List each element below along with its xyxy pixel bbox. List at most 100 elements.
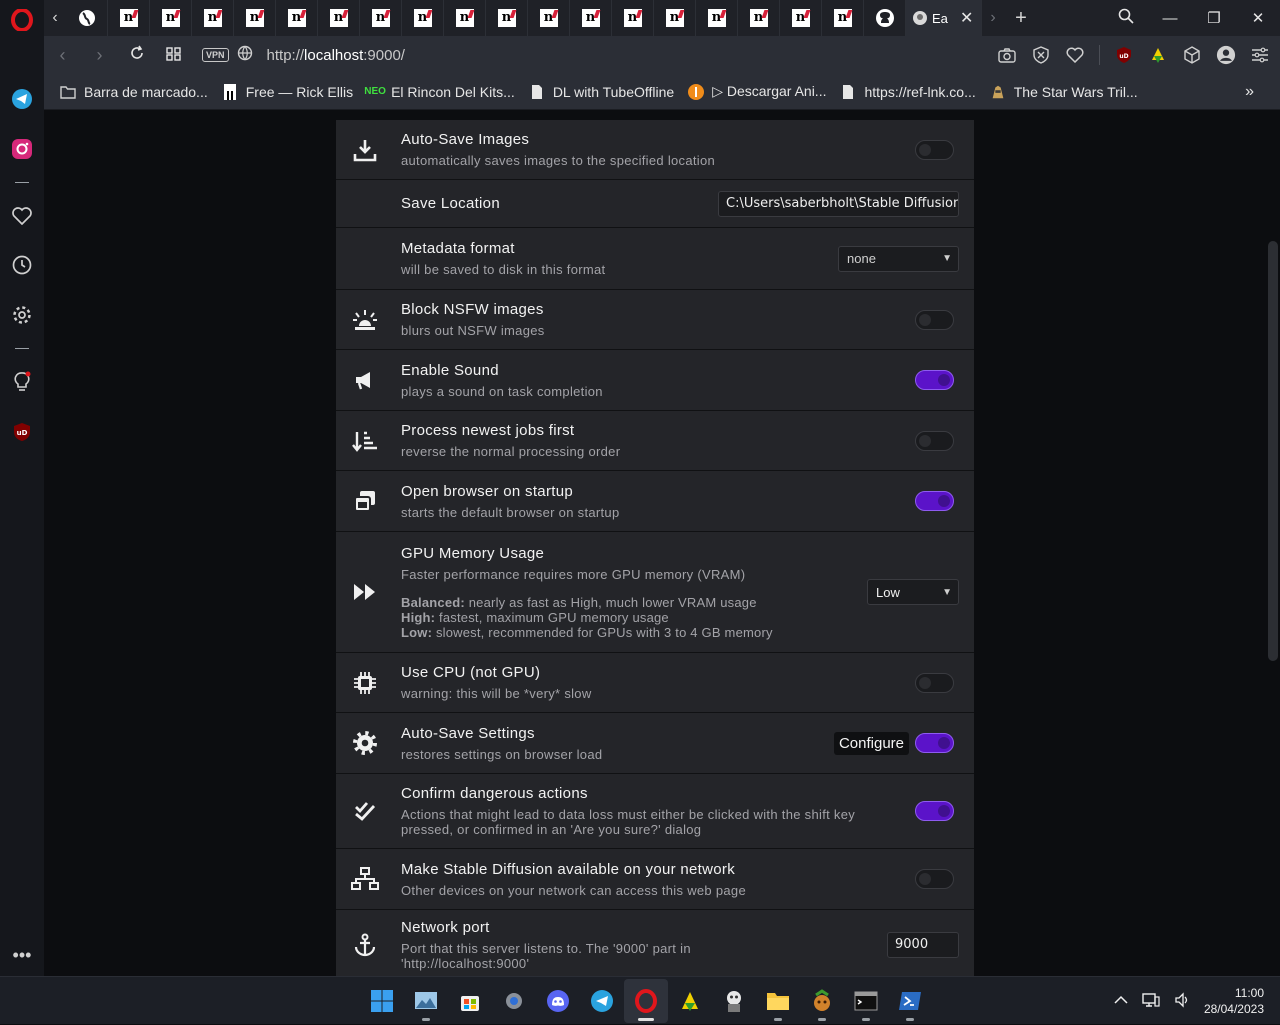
bookmark-item[interactable]: NEO El Rincon Del Kits... (364, 83, 515, 100)
volume-icon[interactable] (1174, 991, 1190, 1011)
tab-item[interactable]: n (528, 0, 570, 36)
profile-avatar-icon[interactable] (1216, 45, 1236, 65)
tab-scroll-left-icon[interactable]: ‹ (44, 0, 66, 36)
tab-scroll-right-icon[interactable]: › (982, 0, 1004, 36)
tab-item[interactable]: n (738, 0, 780, 36)
taskbar-app-telegram[interactable] (580, 979, 624, 1023)
chevron-up-icon[interactable] (1114, 994, 1128, 1008)
tab-item[interactable]: n (402, 0, 444, 36)
heart-icon[interactable] (10, 204, 34, 228)
bookmark-item[interactable]: ▷ Descargar Ani... (688, 83, 826, 100)
bookmark-item[interactable]: Barra de marcado... (60, 84, 208, 100)
gpu-memory-select[interactable]: Low ▼ (867, 579, 959, 605)
clock[interactable]: 11:00 28/04/2023 (1204, 985, 1264, 1017)
lightbulb-icon[interactable] (10, 370, 34, 394)
vpn-badge[interactable]: VPN (202, 48, 229, 62)
tab-globe[interactable] (66, 0, 108, 36)
taskbar-app-terminal[interactable] (844, 979, 888, 1023)
opera-logo-icon[interactable] (10, 8, 34, 32)
enable-sound-toggle[interactable] (915, 370, 954, 390)
heart-outline-icon[interactable] (1065, 45, 1085, 65)
address-bar[interactable]: http://localhost:9000/ (267, 47, 405, 64)
tab-item[interactable]: n (570, 0, 612, 36)
page-scrollbar[interactable] (1268, 241, 1278, 661)
tab-active[interactable]: Ea ✕ (906, 0, 982, 36)
save-location-input[interactable]: C:\Users\saberbholt\Stable Diffusion UI (718, 190, 959, 217)
tab-item[interactable]: n (276, 0, 318, 36)
instagram-icon[interactable] (10, 137, 34, 161)
block-nsfw-toggle[interactable] (915, 309, 954, 330)
terminal-icon (854, 991, 878, 1011)
page-viewport: Auto-Save Images automatically saves ima… (44, 111, 1280, 976)
taskbar-app-store[interactable] (448, 979, 492, 1023)
tab-github[interactable] (864, 0, 906, 36)
bookmarks-overflow-icon[interactable]: » (1245, 83, 1254, 101)
camera-icon[interactable] (997, 45, 1017, 65)
new-tab-icon[interactable]: + (1010, 0, 1032, 36)
minimize-icon[interactable]: — (1148, 10, 1192, 27)
tab-item[interactable]: n (654, 0, 696, 36)
extensions-cube-icon[interactable] (1182, 45, 1202, 65)
close-icon[interactable]: ✕ (960, 8, 973, 28)
tab-item[interactable]: n (486, 0, 528, 36)
extension-green-icon[interactable] (1148, 45, 1168, 65)
tab-item[interactable]: n (318, 0, 360, 36)
taskbar-app-game[interactable] (800, 979, 844, 1023)
tiles-icon[interactable] (155, 45, 192, 66)
metadata-format-select[interactable]: none ▼ (838, 245, 959, 272)
tab-item[interactable]: n (150, 0, 192, 36)
bookmark-item[interactable]: DL with TubeOffline (529, 84, 674, 100)
search-icon[interactable] (1104, 8, 1148, 28)
history-icon[interactable] (10, 253, 34, 277)
reload-icon[interactable] (118, 45, 155, 66)
taskbar-app-discord[interactable] (536, 979, 580, 1023)
tab-item[interactable]: n (696, 0, 738, 36)
tab-item[interactable]: n (822, 0, 864, 36)
back-icon[interactable]: ‹ (44, 45, 81, 66)
auto-save-images-toggle[interactable] (915, 139, 954, 160)
restore-icon[interactable]: ❐ (1192, 9, 1236, 27)
more-icon[interactable]: ••• (10, 943, 34, 967)
gpu-high-label: High: (401, 609, 436, 625)
confirm-dangerous-toggle[interactable] (915, 801, 954, 821)
bookmark-item[interactable]: The Star Wars Tril... (990, 84, 1138, 100)
ublock-extension-icon[interactable]: uD (1114, 45, 1134, 65)
process-newest-toggle[interactable] (915, 430, 954, 451)
setting-title: Enable Sound (401, 361, 499, 379)
use-cpu-toggle[interactable] (915, 672, 954, 693)
setting-description: blurs out NSFW images (401, 323, 545, 338)
configure-button[interactable]: Configure (833, 731, 909, 755)
tab-item[interactable]: n (192, 0, 234, 36)
network-port-input[interactable]: 9000 (887, 931, 959, 958)
gear-icon[interactable] (10, 303, 34, 327)
auto-save-settings-toggle[interactable] (915, 733, 954, 753)
forward-icon[interactable]: › (81, 45, 118, 66)
telegram-icon[interactable] (10, 87, 34, 111)
tab-item[interactable]: n (234, 0, 276, 36)
tab-item[interactable]: n (360, 0, 402, 36)
taskbar-app-opera[interactable] (624, 979, 668, 1023)
bookmark-label: El Rincon Del Kits... (391, 83, 515, 100)
network-monitor-icon[interactable] (1142, 992, 1160, 1011)
network-available-toggle[interactable] (915, 869, 954, 889)
easy-setup-menu-icon[interactable] (1250, 45, 1270, 65)
tab-item[interactable]: n (444, 0, 486, 36)
open-browser-toggle[interactable] (915, 491, 954, 511)
site-info-icon[interactable] (237, 45, 253, 66)
taskbar-app-photos[interactable] (404, 979, 448, 1023)
close-window-icon[interactable]: ✕ (1236, 9, 1280, 27)
clock-date: 28/04/2023 (1203, 1002, 1264, 1016)
start-button[interactable] (360, 979, 404, 1023)
adblock-shield-icon[interactable] (1031, 45, 1051, 65)
bookmark-item[interactable]: Free — Rick Ellis (222, 83, 353, 100)
taskbar-app-character[interactable] (712, 979, 756, 1023)
tab-item[interactable]: n (612, 0, 654, 36)
ublock-icon[interactable]: uD (10, 420, 34, 444)
tab-item[interactable]: n (780, 0, 822, 36)
bookmark-item[interactable]: https://ref-lnk.co... (840, 84, 976, 100)
taskbar-app-file-explorer[interactable] (756, 979, 800, 1023)
taskbar-app-powershell[interactable] (888, 979, 932, 1023)
tab-item[interactable]: n (108, 0, 150, 36)
taskbar-app-settings[interactable] (492, 979, 536, 1023)
taskbar-app-green[interactable] (668, 979, 712, 1023)
